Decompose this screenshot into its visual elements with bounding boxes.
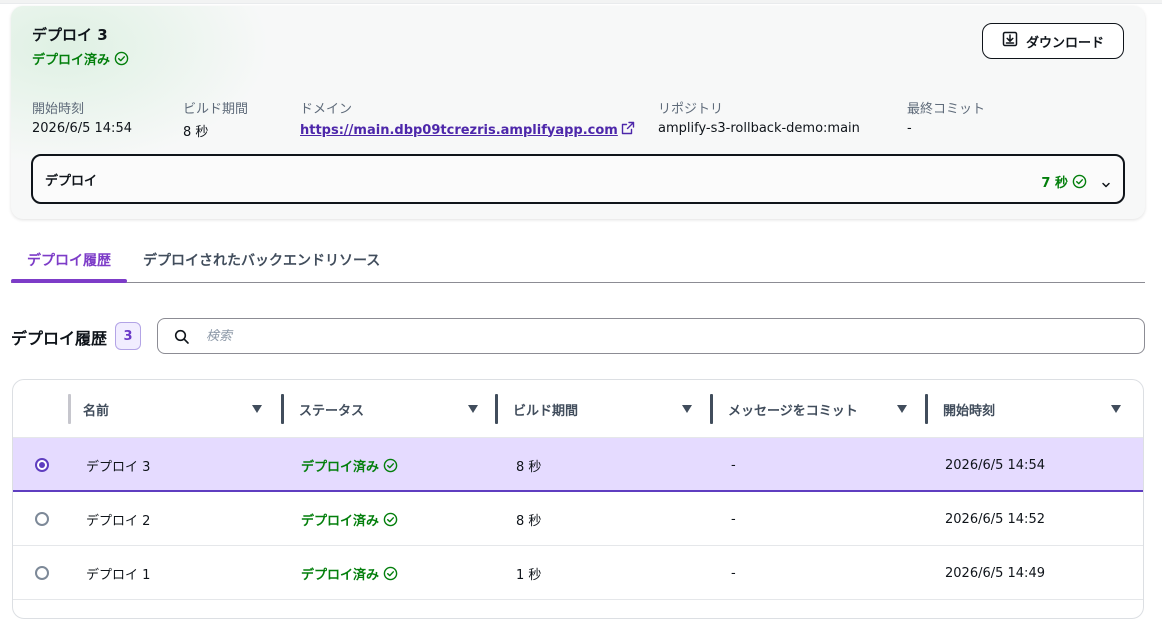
download-icon [1002, 31, 1018, 51]
search-icon [174, 329, 190, 345]
cell-start-time: 2026/6/5 14:49 [945, 565, 1045, 581]
cell-name: デプロイ 3 [86, 459, 151, 475]
history-count-badge: 3 [115, 322, 141, 350]
table-row[interactable]: デプロイ 2 デプロイ済み 8 秒 - 2026/6/5 14:52 [13, 492, 1143, 546]
column-header-label: メッセージをコミット [728, 403, 858, 419]
search-field[interactable] [157, 318, 1145, 354]
start-time-label: 開始時刻 [32, 102, 85, 117]
download-button[interactable]: ダウンロード [982, 23, 1124, 59]
deploy-step-duration: 7 秒 [1041, 172, 1087, 191]
cell-build-duration: 1 秒 [516, 567, 542, 583]
repository-value: amplify-s3-rollback-demo:main [658, 121, 860, 136]
start-time-value: 2026/6/5 14:54 [32, 121, 132, 136]
check-circle-icon [383, 458, 398, 473]
sort-caret-icon[interactable] [251, 403, 263, 413]
check-circle-icon [1072, 174, 1087, 189]
external-link-icon [621, 121, 635, 139]
cell-commit-message: - [731, 457, 736, 473]
cell-start-time: 2026/6/5 14:52 [945, 511, 1045, 527]
cell-build-duration: 8 秒 [516, 459, 542, 475]
deploy-status-label: デプロイ済み [32, 53, 111, 68]
deploy-summary-card: デプロイ 3 デプロイ済み ダウンロード 開始時刻 2026/6/5 14:54… [11, 6, 1145, 219]
deploy-history-table: 名前 ステータス ビルド期間 メッセージをコミット 開始時刻 デプロイ 3 デプ… [12, 379, 1144, 619]
cell-name: デプロイ 1 [86, 567, 151, 583]
download-label: ダウンロード [1025, 35, 1104, 51]
column-header-label: 名前 [83, 403, 110, 419]
deploy-step-expandable[interactable]: デプロイ 7 秒 [31, 154, 1125, 204]
column-header-commit-message[interactable]: メッセージをコミット [710, 380, 924, 438]
build-duration-value: 8 秒 [183, 125, 209, 140]
column-header-build-duration[interactable]: ビルド期間 [495, 380, 709, 438]
last-commit-label: 最終コミット [907, 102, 986, 117]
chevron-down-icon[interactable] [1101, 175, 1111, 188]
table-row[interactable]: デプロイ 1 デプロイ済み 1 秒 - 2026/6/5 14:49 [13, 546, 1143, 600]
cell-status: デプロイ済み [301, 438, 398, 492]
column-header-label: ビルド期間 [513, 403, 579, 419]
column-separator[interactable] [281, 394, 284, 424]
check-circle-icon [114, 51, 129, 66]
domain-link[interactable]: https://main.dbp09tcrezris.amplifyapp.co… [300, 121, 635, 139]
column-separator[interactable] [925, 394, 928, 424]
column-header-name[interactable]: 名前 [68, 380, 273, 438]
active-tab-indicator [11, 279, 127, 283]
check-circle-icon [383, 566, 398, 581]
domain-value: https://main.dbp09tcrezris.amplifyapp.co… [300, 121, 635, 139]
cell-status-text: デプロイ済み [301, 513, 380, 529]
row-radio[interactable] [35, 512, 49, 526]
column-header-label: 開始時刻 [943, 403, 996, 419]
sort-caret-icon[interactable] [896, 403, 908, 413]
column-header-start-time[interactable]: 開始時刻 [925, 380, 1139, 438]
row-radio[interactable] [35, 566, 49, 580]
sort-caret-icon[interactable] [467, 403, 479, 413]
tab-backend-resources[interactable]: デプロイされたバックエンドリソース [143, 250, 380, 270]
cell-build-duration: 8 秒 [516, 513, 542, 529]
table-row[interactable]: デプロイ 3 デプロイ済み 8 秒 - 2026/6/5 14:54 [13, 438, 1143, 492]
column-separator[interactable] [495, 394, 498, 424]
top-strip [0, 0, 1162, 4]
cell-status: デプロイ済み [301, 492, 398, 546]
sort-caret-icon[interactable] [1110, 403, 1122, 413]
domain-link-text: https://main.dbp09tcrezris.amplifyapp.co… [300, 122, 618, 138]
domain-label: ドメイン [300, 102, 353, 117]
cell-commit-message: - [731, 511, 736, 527]
cell-status-text: デプロイ済み [301, 459, 380, 475]
sort-caret-icon[interactable] [681, 403, 693, 413]
column-separator[interactable] [710, 394, 713, 424]
cell-start-time: 2026/6/5 14:54 [945, 457, 1045, 473]
cell-status: デプロイ済み [301, 546, 398, 600]
row-radio-selected[interactable] [35, 458, 49, 472]
column-header-status[interactable]: ステータス [281, 380, 495, 438]
tab-bar: デプロイ履歴 デプロイされたバックエンドリソース [11, 240, 1145, 283]
deploy-title: デプロイ 3 [32, 26, 108, 44]
last-commit-value: - [907, 121, 912, 136]
check-circle-icon [383, 512, 398, 527]
column-separator [68, 394, 71, 424]
deploy-step-duration-text: 7 秒 [1041, 176, 1068, 191]
deploy-step-label: デプロイ [45, 174, 98, 189]
cell-name: デプロイ 2 [86, 513, 151, 529]
deploy-status: デプロイ済み [32, 49, 129, 68]
cell-commit-message: - [731, 565, 736, 581]
tab-deploy-history[interactable]: デプロイ履歴 [27, 250, 111, 270]
build-duration-label: ビルド期間 [183, 102, 249, 117]
column-header-label: ステータス [299, 403, 365, 419]
search-input[interactable] [206, 325, 1126, 347]
history-title: デプロイ履歴 [11, 329, 108, 348]
table-header: 名前 ステータス ビルド期間 メッセージをコミット 開始時刻 [13, 380, 1143, 438]
cell-status-text: デプロイ済み [301, 567, 380, 583]
repository-label: リポジトリ [658, 102, 724, 117]
